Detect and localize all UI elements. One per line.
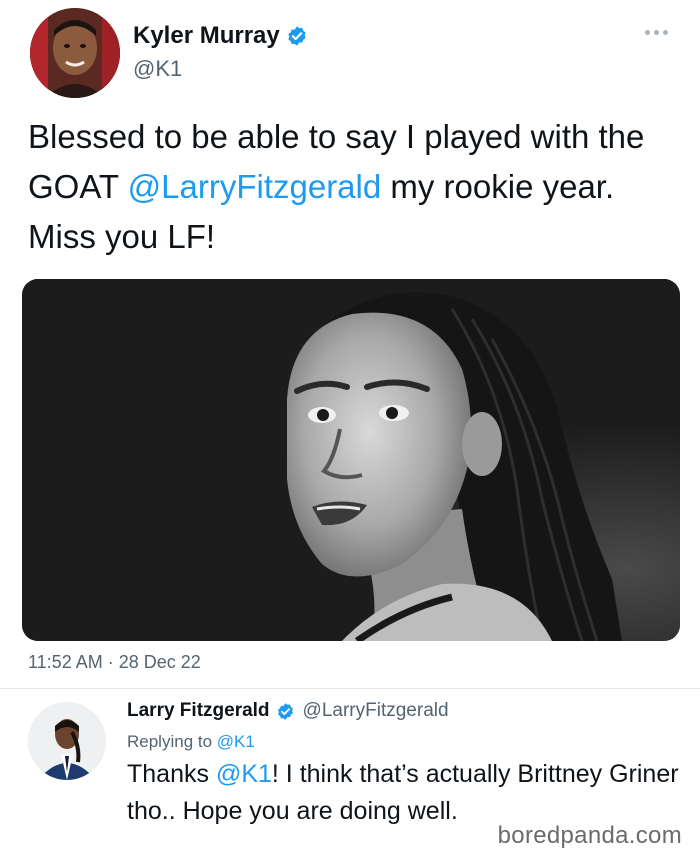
avatar-portrait-icon [28, 702, 106, 780]
author-display-name[interactable]: Kyler Murray [133, 22, 280, 50]
author-handle[interactable]: @K1 [133, 56, 308, 82]
avatar-portrait-icon [30, 8, 120, 98]
mention-link[interactable]: @K1 [216, 760, 272, 788]
tweet-photo[interactable] [22, 279, 680, 641]
replying-prefix: Replying to [127, 732, 217, 751]
author-avatar[interactable] [30, 8, 120, 98]
author-name-row: Kyler Murray [133, 22, 308, 50]
replying-to-link[interactable]: @K1 [217, 732, 255, 751]
divider [0, 688, 700, 689]
tweet-timestamp[interactable]: 11:52 AM · 28 Dec 22 [28, 652, 201, 673]
watermark: boredpanda.com [495, 822, 684, 850]
reply-text-part: Thanks [127, 760, 216, 788]
tweet-header: Kyler Murray @K1 [30, 8, 670, 100]
more-horizontal-icon[interactable] [645, 30, 668, 35]
tweet-text: Blessed to be able to say I played with … [28, 112, 678, 262]
verified-badge-icon [288, 26, 306, 46]
author-block: Kyler Murray @K1 [133, 22, 308, 82]
reply-text: Thanks @K1! I think that’s actually Brit… [127, 756, 687, 830]
replying-to: Replying to @K1 [127, 732, 255, 752]
reply-author-row: Larry Fitzgerald @LarryFitzgerald [127, 700, 449, 722]
verified-badge-icon [277, 702, 293, 720]
reply-author-display-name[interactable]: Larry Fitzgerald [127, 700, 270, 722]
reply-author-avatar[interactable] [28, 702, 106, 780]
reply-author-handle[interactable]: @LarryFitzgerald [303, 700, 449, 722]
photo-portrait-image [22, 279, 680, 641]
mention-link[interactable]: @LarryFitzgerald [128, 168, 382, 205]
